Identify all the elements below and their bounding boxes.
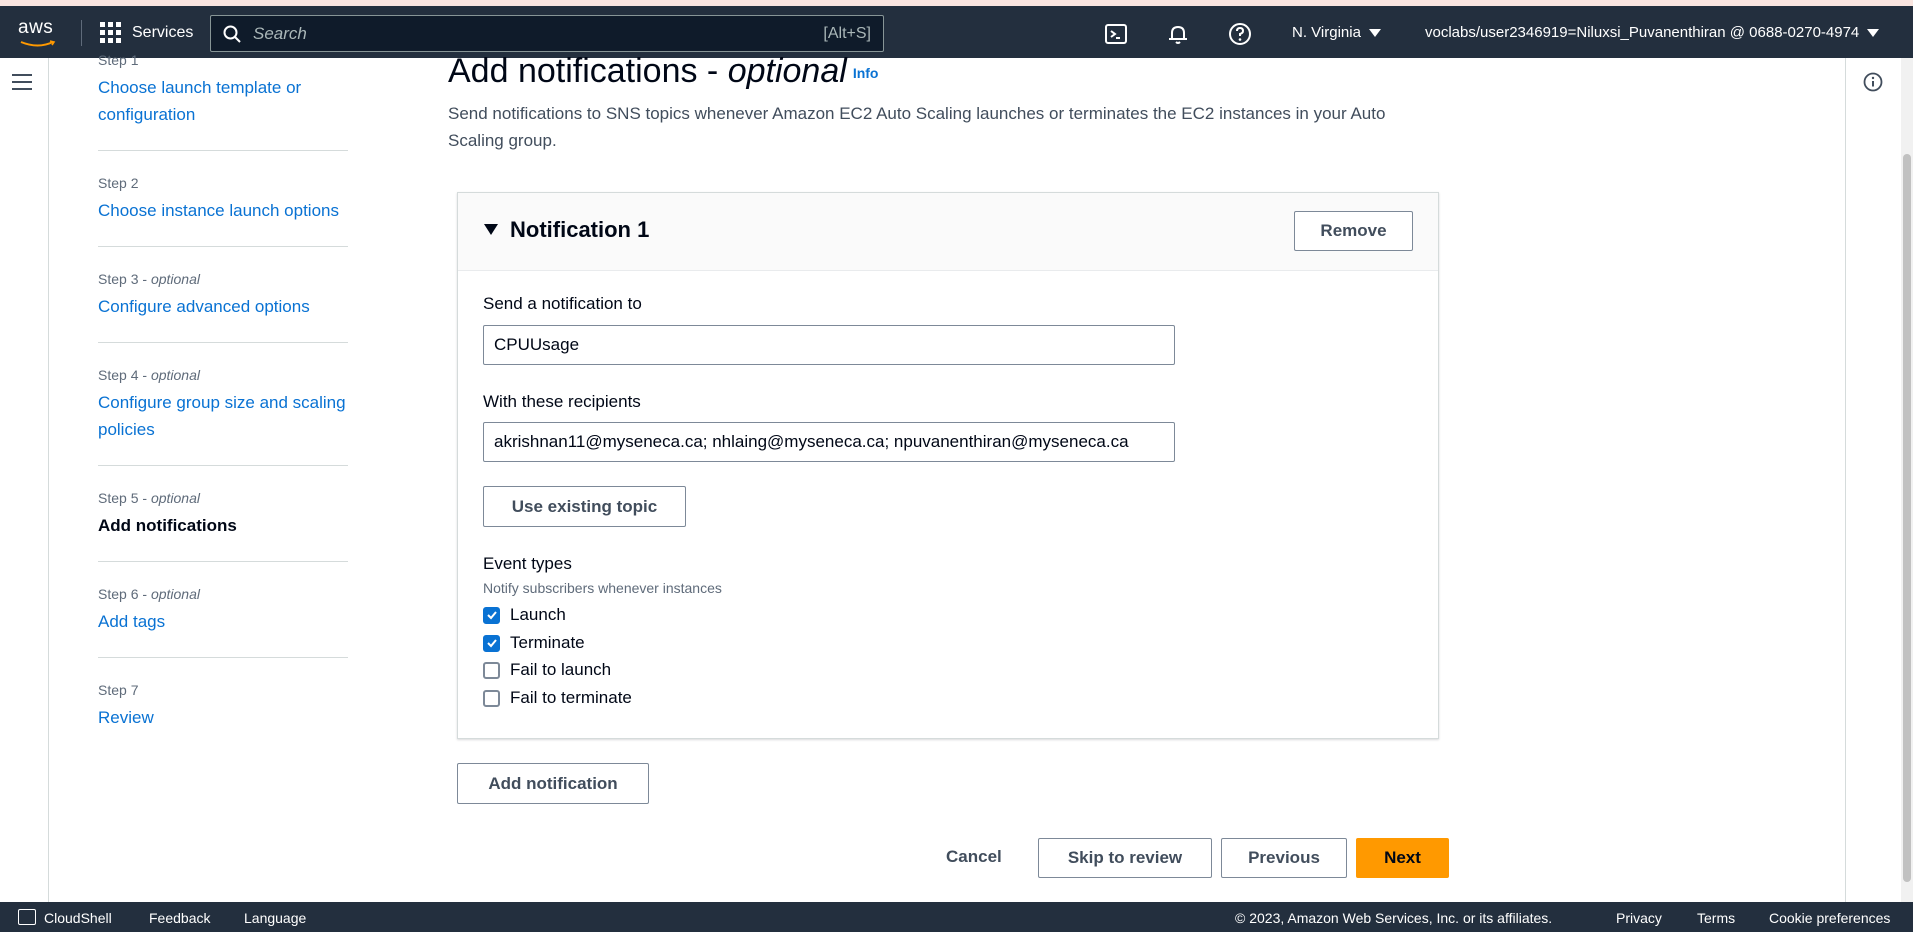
footer-privacy-link[interactable]: Privacy [1616,910,1662,926]
cancel-button[interactable]: Cancel [946,847,1002,867]
help-icon[interactable] [1228,22,1252,46]
step-number: Step 7 [98,682,139,698]
services-menu-button[interactable]: Services [100,22,193,44]
event-launch-checkbox-row[interactable]: Launch [483,605,566,625]
services-label: Services [132,24,194,41]
notification-title: Notification 1 [510,217,650,242]
region-label: N. Virginia [1292,24,1361,41]
footer-cookie-preferences-link[interactable]: Cookie preferences [1769,910,1890,926]
step-7: Step 7 Review [98,680,348,753]
send-to-input[interactable] [483,325,1175,365]
add-notification-button[interactable]: Add notification [457,763,649,804]
footer-copyright: © 2023, Amazon Web Services, Inc. or its… [1235,910,1553,926]
footer-terms-link[interactable]: Terms [1697,910,1735,926]
menu-hamburger-icon[interactable] [12,74,32,92]
info-panel-icon[interactable] [1863,72,1883,92]
footer-feedback-link[interactable]: Feedback [149,910,210,926]
notifications-bell-icon[interactable] [1166,22,1190,46]
step-number: Step 1 [98,52,139,68]
checkbox-label: Launch [510,605,566,624]
aws-logo-text: aws [18,17,54,38]
left-side-rail [0,58,49,902]
right-side-rail [1845,58,1901,902]
step-4: Step 4 - optional Configure group size a… [98,365,348,466]
step-link-review[interactable]: Review [98,704,348,731]
step-6: Step 6 - optional Add tags [98,584,348,658]
search-shortcut-hint: [Alt+S] [823,25,871,42]
page-description: Send notifications to SNS topics wheneve… [448,104,1386,150]
step-2: Step 2 Choose instance launch options [98,173,348,247]
caret-down-icon [1867,28,1880,37]
step-5: Step 5 - optional Add notifications [98,488,348,562]
remove-button[interactable]: Remove [1294,211,1413,251]
footer-cloudshell-link[interactable]: CloudShell [44,910,112,926]
event-types-description: Notify subscribers whenever instances [483,580,722,596]
checkbox-fail-to-terminate[interactable] [483,689,500,707]
send-to-label: Send a notification to [483,294,642,313]
expand-caret-icon[interactable] [484,224,498,235]
aws-logo[interactable]: aws [18,18,62,48]
account-label: voclabs/user2346919=Niluxsi_Puvanenthira… [1425,24,1860,41]
checkmark-icon [486,611,497,620]
event-fail-terminate-checkbox-row[interactable]: Fail to terminate [483,688,632,708]
region-selector[interactable]: N. Virginia [1292,24,1381,41]
account-menu[interactable]: voclabs/user2346919=Niluxsi_Puvanenthira… [1425,24,1880,41]
scrollbar-thumb[interactable] [1903,154,1911,882]
nav-divider [81,20,82,46]
step-number: Step 5 - optional [98,490,200,506]
step-number: Step 6 - optional [98,586,200,602]
step-number: Step 3 - optional [98,271,200,287]
checkbox-label: Terminate [510,633,585,652]
step-1: Step 1 Choose launch template or configu… [98,50,348,151]
caret-down-icon [1368,28,1381,37]
step-number: Step 2 [98,175,139,191]
checkbox-terminate[interactable] [483,634,500,652]
search-box[interactable]: [Alt+S] [210,15,884,52]
step-link-advanced-options[interactable]: Configure advanced options [98,293,348,320]
step-number: Step 4 - optional [98,367,200,383]
step-link-add-tags[interactable]: Add tags [98,608,348,635]
event-types-label: Event types [483,554,572,573]
services-grid-icon [100,22,122,44]
search-input[interactable] [253,16,753,51]
notification-header: Notification 1 Remove [458,193,1438,271]
cloudshell-footer-icon [18,909,36,925]
next-button[interactable]: Next [1356,838,1449,878]
notification-container: Notification 1 Remove Send a notificatio… [457,192,1439,739]
event-terminate-checkbox-row[interactable]: Terminate [483,633,585,653]
footer-language-link[interactable]: Language [244,910,306,926]
skip-to-review-button[interactable]: Skip to review [1038,838,1212,878]
step-3: Step 3 - optional Configure advanced opt… [98,269,348,343]
event-fail-launch-checkbox-row[interactable]: Fail to launch [483,660,611,680]
search-icon [223,25,241,43]
checkbox-fail-to-launch[interactable] [483,661,500,679]
aws-smile-icon [20,40,56,47]
wizard-steps-nav: Step 1 Choose launch template or configu… [98,50,348,775]
checkbox-label: Fail to terminate [510,688,632,707]
step-link-instance-launch-options[interactable]: Choose instance launch options [98,197,348,224]
info-link[interactable]: Info [853,65,879,81]
step-current-add-notifications: Add notifications [98,516,237,535]
checkbox-label: Fail to launch [510,660,612,679]
recipients-input[interactable] [483,422,1175,462]
page-title: Add notifications - optional Info [448,52,879,90]
checkmark-icon [486,639,497,648]
page-scrollbar[interactable] [1901,58,1913,902]
footer-bar: CloudShell Feedback Language © 2023, Ama… [0,902,1913,932]
step-link-launch-template[interactable]: Choose launch template or configuration [98,74,348,128]
use-existing-topic-button[interactable]: Use existing topic [483,486,686,527]
step-link-group-size-scaling[interactable]: Configure group size and scaling policie… [98,389,348,443]
previous-button[interactable]: Previous [1221,838,1347,878]
checkbox-launch[interactable] [483,606,500,624]
recipients-label: With these recipients [483,392,641,411]
cloudshell-icon[interactable] [1104,22,1128,46]
